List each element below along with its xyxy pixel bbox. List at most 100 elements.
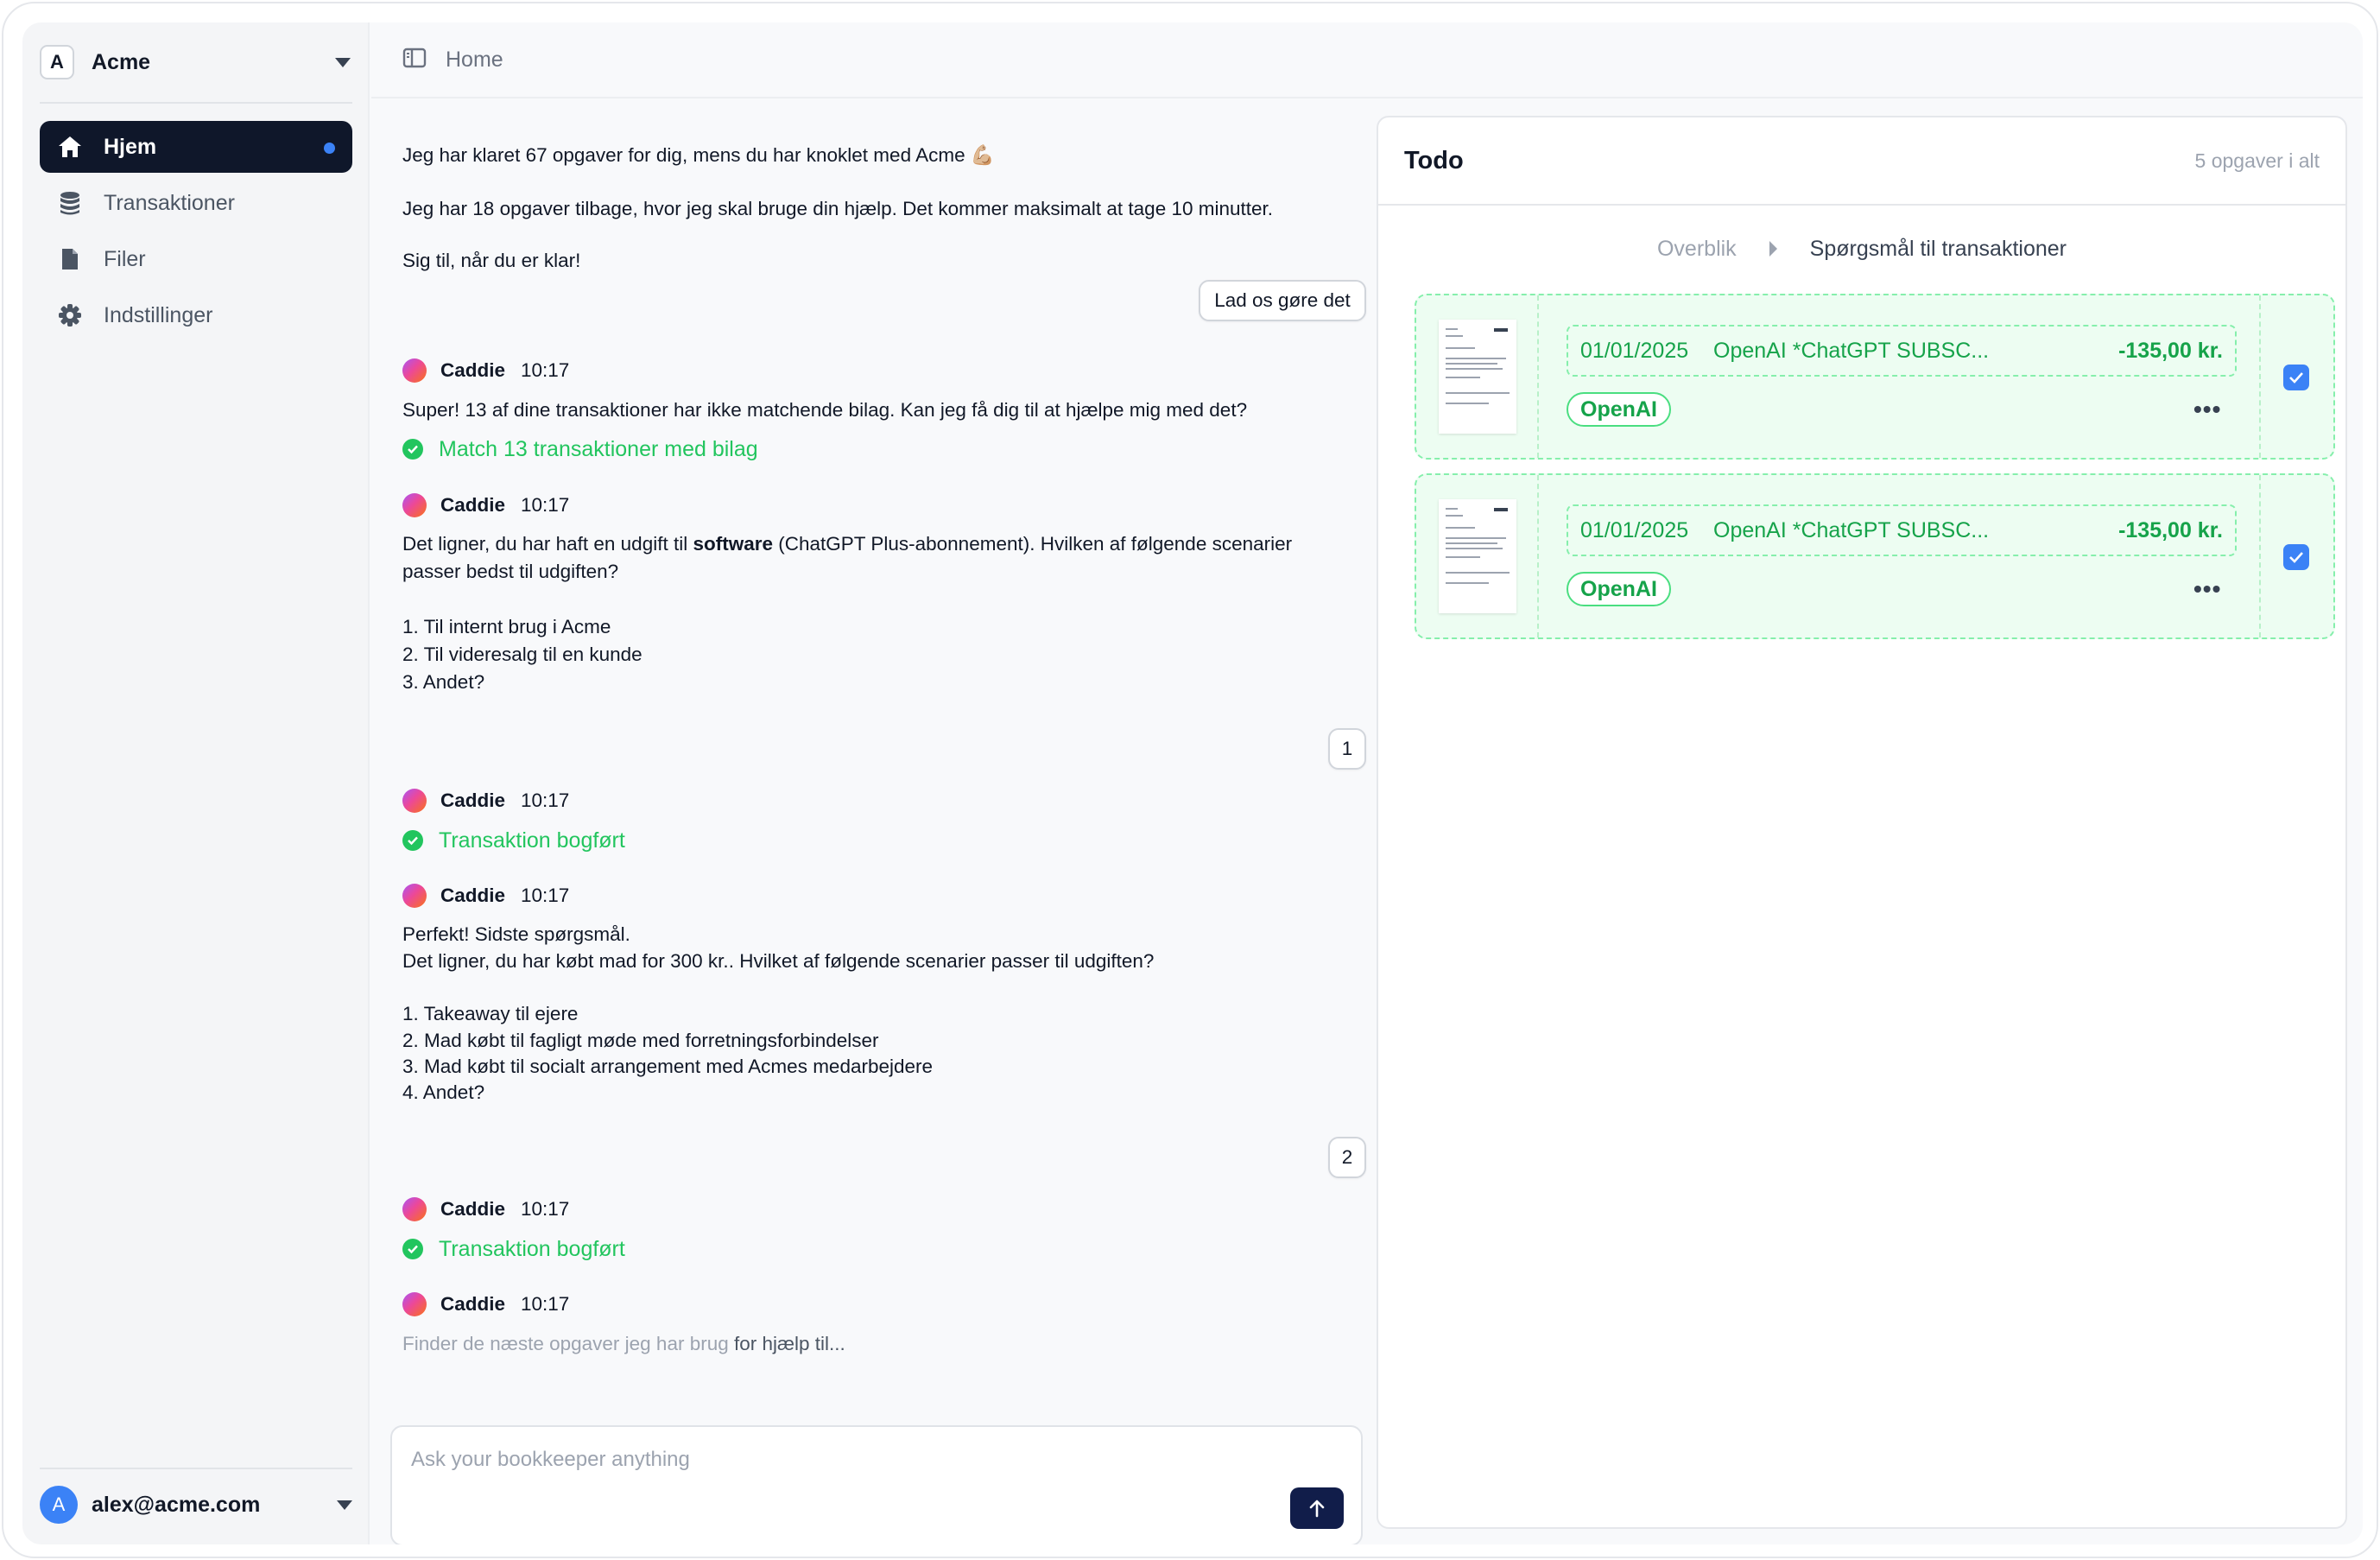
check-circle-icon xyxy=(402,1239,423,1259)
chat-panel: Jeg har klaret 67 opgaver for dig, mens … xyxy=(371,100,1377,1544)
select-checkbox[interactable] xyxy=(2283,544,2309,570)
tab-transaction-questions[interactable]: Spørgsmål til transaktioner xyxy=(1810,237,2067,262)
unread-dot xyxy=(324,143,335,154)
option-item: 1. Takeaway til ejere xyxy=(402,1003,579,1024)
option-item: 1. Til internt brug i Acme xyxy=(402,616,611,637)
message-text: Super! 13 af dine transaktioner har ikke… xyxy=(402,399,1248,421)
arrow-up-icon xyxy=(1309,1500,1325,1518)
sidebar-item-hjem[interactable]: Hjem xyxy=(40,121,352,173)
transaction-card[interactable]: 01/01/2025 OpenAI *ChatGPT SUBSC... -135… xyxy=(1415,473,2335,639)
bot-name: Caddie xyxy=(440,790,506,811)
sidebar: A Acme Hjem Transaktioner Filer Indstill… xyxy=(22,22,370,1544)
gear-icon xyxy=(55,301,85,330)
bot-avatar xyxy=(402,884,427,908)
receipt-cell xyxy=(1416,475,1539,637)
message-time: 10:17 xyxy=(521,1198,570,1220)
more-options-icon[interactable]: ••• xyxy=(2193,396,2221,423)
message-time: 10:17 xyxy=(521,494,570,516)
bot-avatar xyxy=(402,1197,427,1221)
message-header: Caddie 10:17 xyxy=(402,358,569,384)
workspace-switcher[interactable]: A Acme xyxy=(40,41,351,83)
tab-overblik[interactable]: Overblik xyxy=(1657,237,1737,262)
send-button[interactable] xyxy=(1290,1487,1344,1529)
message-header: Caddie 10:17 xyxy=(402,1291,569,1317)
action-label: Match 13 transaktioner med bilag xyxy=(439,436,758,461)
message-text: Det ligner, du har haft en udgift til so… xyxy=(402,533,1293,555)
todo-title: Todo xyxy=(1404,146,1464,174)
message-text: Jeg har 18 opgaver tilbage, hvor jeg ska… xyxy=(402,198,1274,219)
message-time: 10:17 xyxy=(521,1293,570,1315)
message-time: 10:17 xyxy=(521,885,570,906)
vendor-tag[interactable]: OpenAI xyxy=(1567,392,1671,427)
check-circle-icon xyxy=(402,830,423,851)
quick-reply-button[interactable]: Lad os gøre det xyxy=(1199,280,1366,321)
sidebar-item-filer[interactable]: Filer xyxy=(40,233,352,285)
sidebar-item-transaktioner[interactable]: Transaktioner xyxy=(40,177,352,229)
bot-avatar xyxy=(402,789,427,813)
bot-name: Caddie xyxy=(440,885,506,906)
option-item: 3. Mad købt til socialt arrangement med … xyxy=(402,1056,934,1077)
sidebar-toggle-icon[interactable] xyxy=(402,48,427,73)
loading-text: Finder de næste opgaver jeg har brug for… xyxy=(402,1333,845,1354)
option-item: 2. Til videresalg til en kunde xyxy=(402,644,642,665)
transaction-amount: -135,00 kr. xyxy=(2118,517,2223,542)
option-item: 4. Andet? xyxy=(402,1081,485,1103)
sidebar-item-label: Filer xyxy=(104,246,146,271)
sidebar-item-label: Hjem xyxy=(104,134,157,159)
home-icon xyxy=(55,132,85,162)
bot-name: Caddie xyxy=(440,494,506,516)
top-bar: Home xyxy=(371,22,2363,98)
receipt-thumbnail[interactable] xyxy=(1439,499,1516,613)
sidebar-item-indstillinger[interactable]: Indstillinger xyxy=(40,289,352,341)
select-checkbox[interactable] xyxy=(2283,365,2309,390)
sidebar-item-label: Transaktioner xyxy=(104,190,235,215)
more-options-icon[interactable]: ••• xyxy=(2193,575,2221,603)
sidebar-item-label: Indstillinger xyxy=(104,302,213,327)
device-frame: A Acme Hjem Transaktioner Filer Indstill… xyxy=(2,2,2378,1558)
user-email: alex@acme.com xyxy=(92,1492,261,1517)
checkbox-cell xyxy=(2259,475,2333,637)
user-reply-bubble: 2 xyxy=(1328,1137,1366,1178)
vendor-tag[interactable]: OpenAI xyxy=(1567,572,1671,606)
receipt-cell xyxy=(1416,295,1539,458)
message-header: Caddie 10:17 xyxy=(402,1196,569,1222)
message-text: Jeg har klaret 67 opgaver for dig, mens … xyxy=(402,144,995,166)
user-reply-bubble: 1 xyxy=(1328,728,1366,770)
bot-name: Caddie xyxy=(440,359,506,381)
transaction-booked-status: Transaktion bogført xyxy=(402,1235,625,1263)
sidebar-nav: Hjem Transaktioner Filer Indstillinger xyxy=(40,121,352,346)
emphasis-software: software xyxy=(693,533,773,555)
transaction-card[interactable]: 01/01/2025 OpenAI *ChatGPT SUBSC... -135… xyxy=(1415,294,2335,460)
message-text: Det ligner, du har købt mad for 300 kr..… xyxy=(402,950,1155,972)
message-text: passer bedst til udgiften? xyxy=(402,561,619,582)
match-transactions-link[interactable]: Match 13 transaktioner med bilag xyxy=(402,435,758,463)
chevron-right-icon xyxy=(1769,241,1777,257)
sidebar-divider xyxy=(40,1468,352,1469)
checkmark-icon xyxy=(2289,372,2303,384)
transaction-row: 01/01/2025 OpenAI *ChatGPT SUBSC... -135… xyxy=(1567,325,2237,377)
breadcrumb[interactable]: Home xyxy=(446,48,503,73)
coins-icon xyxy=(55,188,85,218)
bot-avatar xyxy=(402,358,427,383)
sidebar-divider xyxy=(40,102,352,104)
chevron-down-icon xyxy=(335,57,351,67)
todo-count: 5 opgaver i alt xyxy=(2194,149,2320,172)
bot-name: Caddie xyxy=(440,1198,506,1220)
transaction-date: 01/01/2025 xyxy=(1580,338,1689,363)
message-text: Perfekt! Sidste spørgsmål. xyxy=(402,923,630,945)
file-icon xyxy=(55,244,85,274)
message-header: Caddie 10:17 xyxy=(402,883,569,909)
user-menu[interactable]: A alex@acme.com xyxy=(40,1485,352,1525)
option-item: 3. Andet? xyxy=(402,671,485,693)
receipt-thumbnail[interactable] xyxy=(1439,320,1516,434)
message-text: Sig til, når du er klar! xyxy=(402,250,581,271)
bot-avatar xyxy=(402,1292,427,1316)
transaction-booked-status: Transaktion bogført xyxy=(402,827,625,854)
message-header: Caddie 10:17 xyxy=(402,788,569,814)
transaction-description: OpenAI *ChatGPT SUBSC... xyxy=(1713,338,1990,363)
avatar: A xyxy=(40,1486,78,1524)
message-header: Caddie 10:17 xyxy=(402,492,569,518)
chat-input[interactable] xyxy=(411,1444,1275,1475)
transaction-description: OpenAI *ChatGPT SUBSC... xyxy=(1713,517,1990,542)
message-time: 10:17 xyxy=(521,359,570,381)
